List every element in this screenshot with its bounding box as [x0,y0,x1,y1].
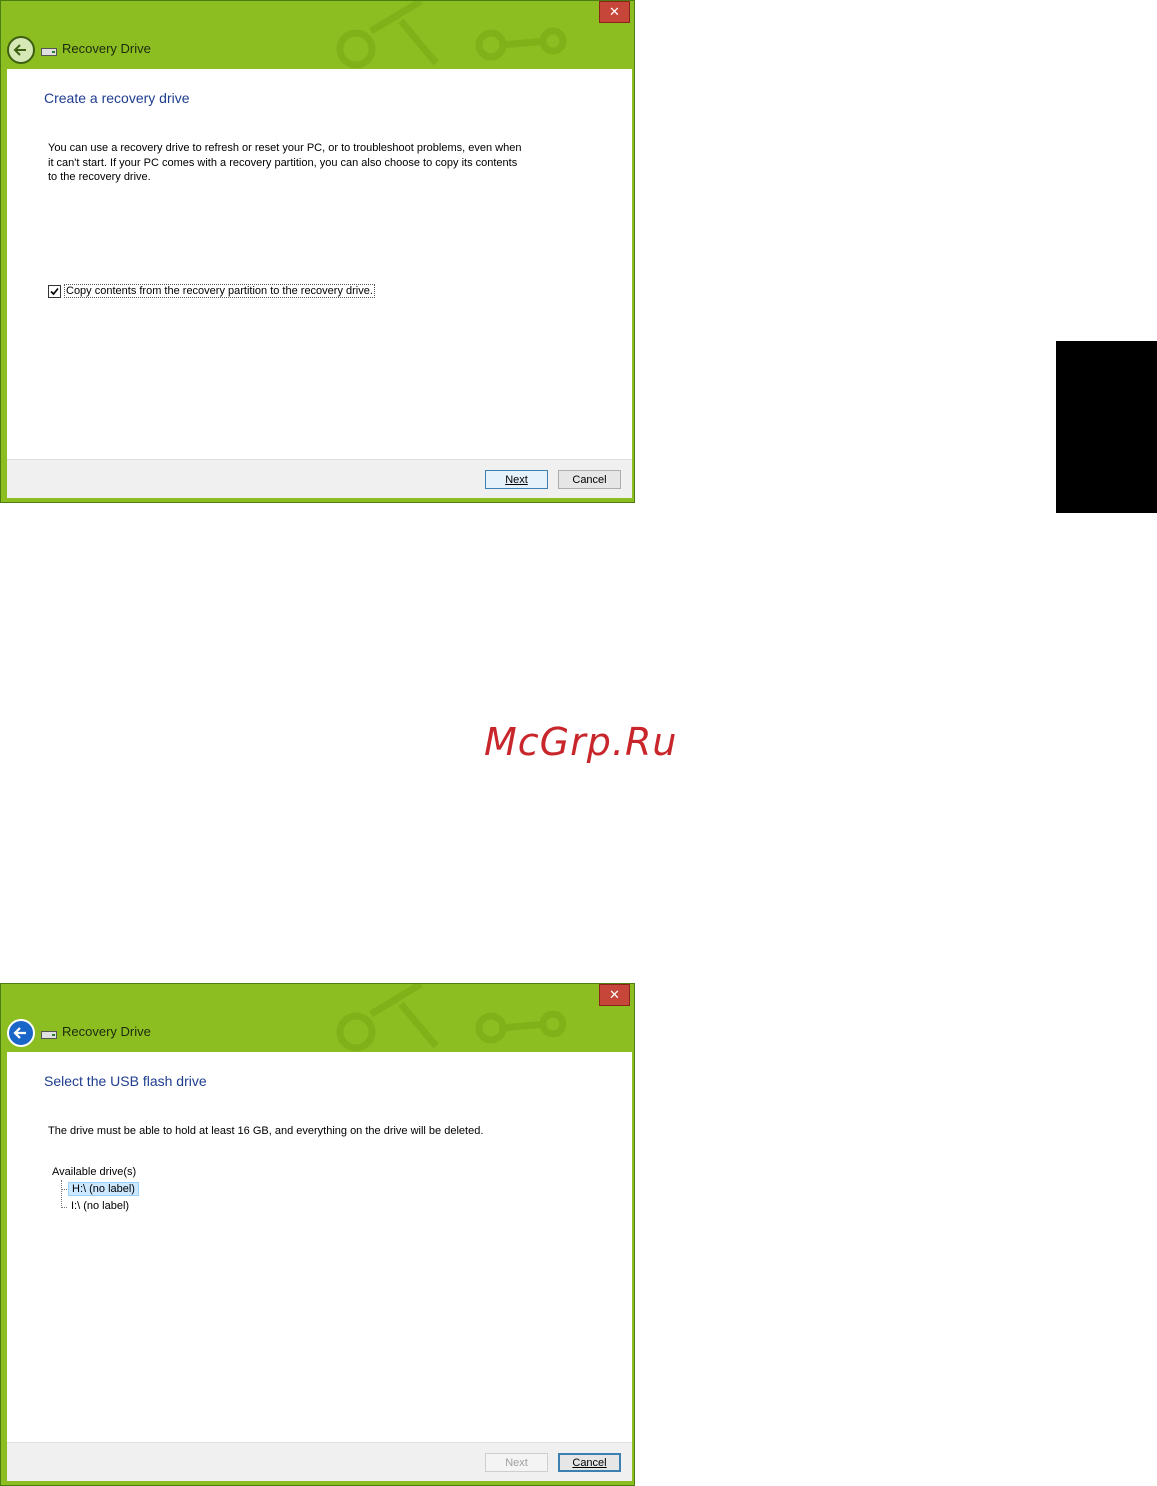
description-line-2: it can't start. If your PC comes with a … [48,156,518,169]
drive-tree-root: Available drive(s) [52,1166,137,1178]
next-button[interactable]: Next [485,1453,548,1472]
next-button[interactable]: Next [485,470,548,489]
window-title: Recovery Drive [62,1024,151,1039]
cancel-button-label: Cancel [572,1456,607,1469]
page-heading: Create a recovery drive [44,90,190,106]
usb-drive-icon [41,1031,57,1039]
next-button-label: Next [505,473,528,486]
page-heading: Select the USB flash drive [44,1073,207,1089]
tree-connector [61,1207,67,1208]
cancel-button[interactable]: Cancel [558,470,621,489]
title-bar[interactable]: ✕ Recovery Drive [1,1,634,69]
checkmark-icon [50,287,59,295]
watermark: McGrp.Ru [484,720,678,764]
tree-connector [61,1189,67,1190]
description-line-3: to the recovery drive. [48,171,151,183]
back-arrow-icon [13,1027,26,1039]
tree-connector [61,1180,62,1208]
titlebar-decoration [336,984,567,1052]
back-arrow-icon [13,44,26,56]
copy-partition-option[interactable]: Copy contents from the recovery partitio… [48,284,375,298]
cancel-button-label: Cancel [572,473,607,486]
close-button[interactable]: ✕ [599,1,630,23]
close-icon: ✕ [609,4,620,20]
recovery-drive-window-1: ✕ Recovery Drive Create a recovery drive… [0,0,635,503]
titlebar-decoration [336,1,567,69]
back-button[interactable] [7,36,35,64]
copy-partition-checkbox[interactable] [48,284,61,298]
wizard-footer: Next Cancel [7,459,632,498]
wizard-footer: Next Cancel [7,1442,632,1481]
description-line-1: You can use a recovery drive to refresh … [48,142,522,154]
title-bar[interactable]: ✕ Recovery Drive [1,984,634,1052]
back-button[interactable] [7,1019,35,1047]
wizard-content: Select the USB flash drive The drive mus… [7,1052,632,1442]
drive-item-i[interactable]: I:\ (no label) [68,1200,132,1212]
recovery-drive-window-2: ✕ Recovery Drive Select the USB flash dr… [0,983,635,1486]
drive-item-h[interactable]: H:\ (no label) [68,1182,139,1196]
wizard-content: Create a recovery drive You can use a re… [7,69,632,459]
description-text: The drive must be able to hold at least … [48,1125,484,1137]
usb-drive-icon [41,48,57,56]
side-tab-block [1056,341,1157,513]
close-icon: ✕ [609,987,620,1003]
next-button-label: Next [505,1456,528,1469]
copy-partition-label[interactable]: Copy contents from the recovery partitio… [64,284,375,298]
cancel-button[interactable]: Cancel [558,1453,621,1472]
window-title: Recovery Drive [62,41,151,56]
close-button[interactable]: ✕ [599,984,630,1006]
